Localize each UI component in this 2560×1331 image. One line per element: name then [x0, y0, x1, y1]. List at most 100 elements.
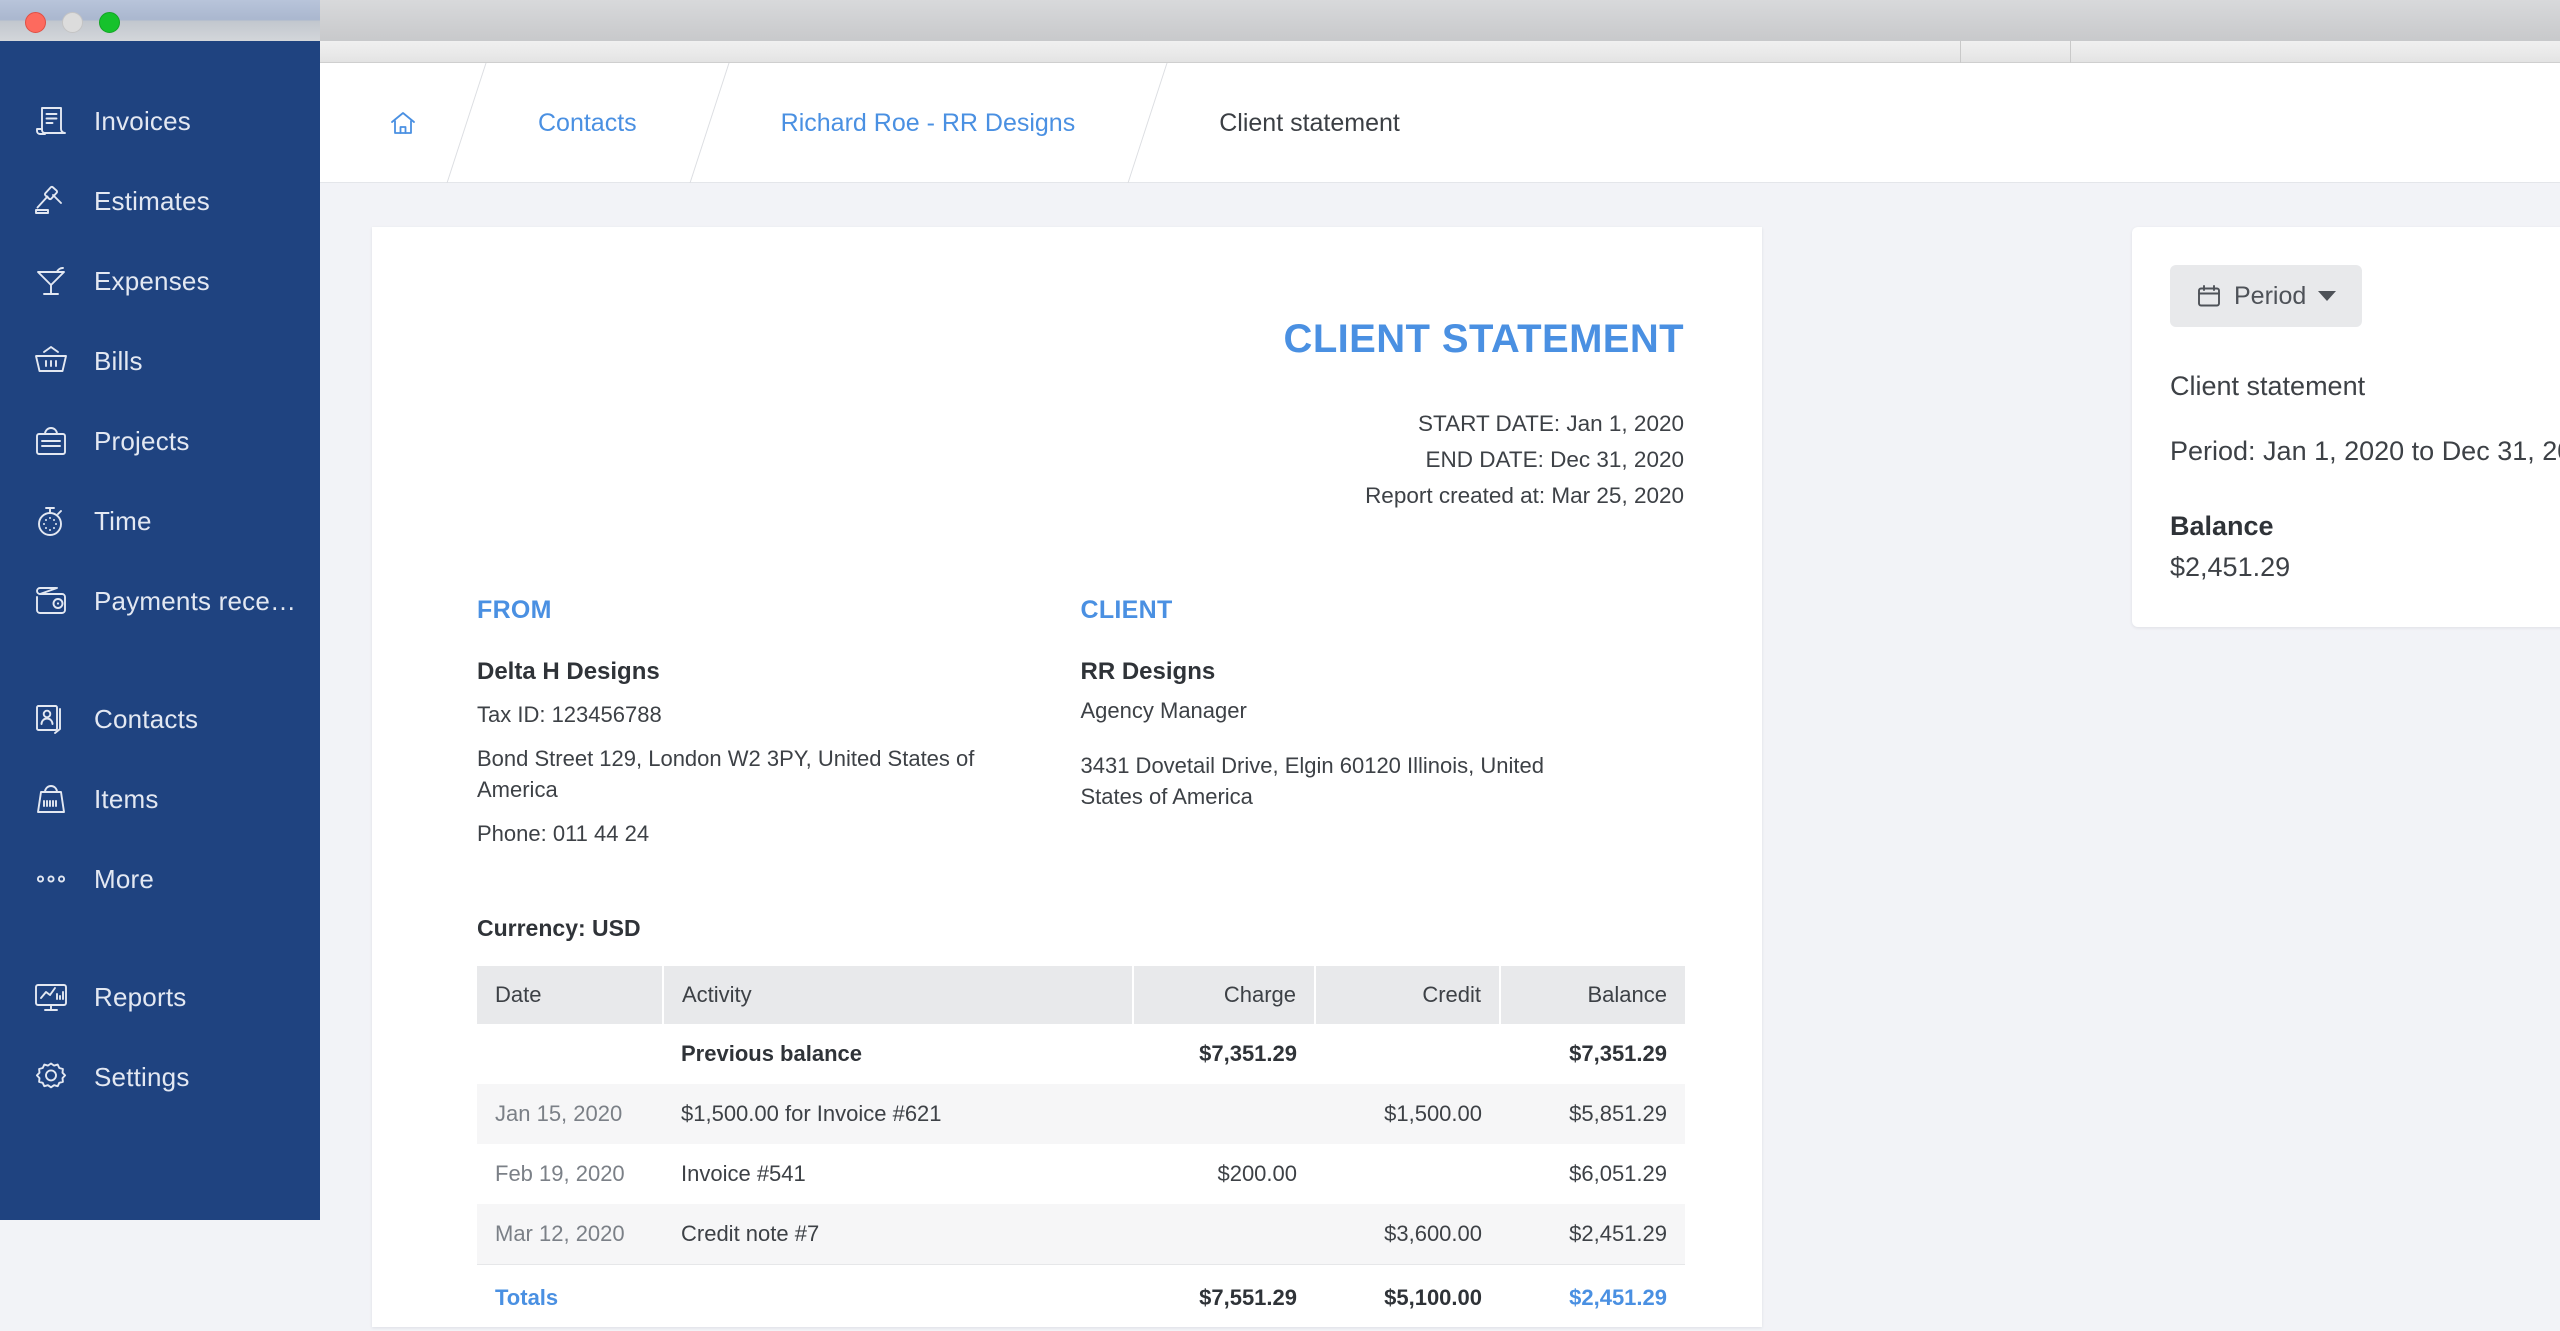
- breadcrumb-item-contact[interactable]: Richard Roe - RR Designs: [737, 63, 1120, 183]
- cell-credit: [1315, 1024, 1500, 1084]
- page-title: CLIENT STATEMENT: [477, 317, 1684, 362]
- client-name: RR Designs: [1081, 658, 1655, 686]
- browser-toolbar-strip: [320, 41, 2560, 63]
- info-panel-balance-label: Balance: [2170, 511, 2560, 542]
- table-row: Mar 12, 2020 Credit note #7 $3,600.00 $2…: [477, 1204, 1685, 1264]
- shopping-bag-icon: [30, 778, 72, 820]
- sidebar-group-divider: [0, 641, 320, 679]
- cell-balance: $5,851.29: [1500, 1084, 1685, 1144]
- monitor-chart-icon: [30, 976, 72, 1018]
- sidebar-item-items[interactable]: Items: [0, 759, 320, 839]
- sidebar-item-label: Estimates: [94, 186, 210, 217]
- breadcrumb-separator: [438, 63, 494, 183]
- totals-credit: $5,100.00: [1315, 1264, 1500, 1331]
- sidebar-item-label: Payments rece…: [94, 586, 296, 617]
- cell-charge: $7,351.29: [1133, 1024, 1315, 1084]
- column-header-date: Date: [477, 966, 663, 1024]
- breadcrumb: Contacts Richard Roe - RR Designs Client…: [320, 63, 1444, 183]
- ellipsis-icon: [30, 858, 72, 900]
- period-button-label: Period: [2234, 282, 2306, 311]
- cell-date: [477, 1024, 663, 1084]
- wallet-icon: [30, 580, 72, 622]
- home-icon: [388, 108, 418, 138]
- info-panel-title: Client statement: [2170, 371, 2560, 402]
- sidebar-item-payments-received[interactable]: Payments rece…: [0, 561, 320, 641]
- from-address: Bond Street 129, London W2 3PY, United S…: [477, 743, 1051, 805]
- cell-charge: [1133, 1084, 1315, 1144]
- client-party: CLIENT RR Designs Agency Manager 3431 Do…: [1081, 596, 1685, 849]
- cell-activity: $1,500.00 for Invoice #621: [663, 1084, 1133, 1144]
- sidebar-item-contacts[interactable]: Contacts: [0, 679, 320, 759]
- sidebar-item-label: Projects: [94, 426, 190, 457]
- window-maximize-button[interactable]: [99, 12, 120, 33]
- sidebar-item-label: Contacts: [94, 704, 198, 735]
- column-header-activity: Activity: [663, 966, 1133, 1024]
- column-header-credit: Credit: [1315, 966, 1500, 1024]
- invoice-icon: [30, 100, 72, 142]
- sidebar-item-label: Expenses: [94, 266, 210, 297]
- sidebar-item-settings[interactable]: Settings: [0, 1037, 320, 1117]
- from-phone: Phone: 011 44 24: [477, 818, 1051, 849]
- cell-charge: [1133, 1204, 1315, 1264]
- calendar-icon: [2196, 283, 2222, 309]
- totals-charge: $7,551.29: [1133, 1264, 1315, 1331]
- breadcrumb-bar: Contacts Richard Roe - RR Designs Client…: [320, 63, 2560, 183]
- cell-balance: $6,051.29: [1500, 1144, 1685, 1204]
- sidebar-item-label: Bills: [94, 346, 143, 377]
- cell-activity: Previous balance: [663, 1024, 1133, 1084]
- sidebar-item-label: Reports: [94, 982, 186, 1013]
- period-dropdown-button[interactable]: Period: [2170, 265, 2362, 327]
- cell-activity: Invoice #541: [663, 1144, 1133, 1204]
- client-role: Agency Manager: [1081, 698, 1655, 724]
- info-panel-toolbar: Period: [2170, 265, 2560, 327]
- column-header-balance: Balance: [1500, 966, 1685, 1024]
- cell-date: Feb 19, 2020: [477, 1144, 663, 1204]
- sidebar-item-projects[interactable]: Projects: [0, 401, 320, 481]
- from-heading: FROM: [477, 596, 1051, 625]
- window-minimize-button[interactable]: [62, 12, 83, 33]
- sidebar-item-estimates[interactable]: Estimates: [0, 161, 320, 241]
- cell-balance: $7,351.29: [1500, 1024, 1685, 1084]
- statement-ledger-table: Date Activity Charge Credit Balance Prev…: [477, 966, 1685, 1331]
- os-titlebar-right-region: [320, 0, 2560, 41]
- sidebar-item-invoices[interactable]: Invoices: [0, 81, 320, 161]
- sidebar-item-label: Items: [94, 784, 159, 815]
- statement-info-panel: Period: [2132, 227, 2560, 627]
- sidebar-group-divider-2: [0, 919, 320, 957]
- breadcrumb-item-contacts[interactable]: Contacts: [494, 63, 681, 183]
- table-row: Feb 19, 2020 Invoice #541 $200.00 $6,051…: [477, 1144, 1685, 1204]
- client-address: 3431 Dovetail Drive, Elgin 60120 Illinoi…: [1081, 750, 1581, 812]
- gear-icon: [30, 1056, 72, 1098]
- os-titlebar: [0, 0, 2560, 41]
- cell-credit: $3,600.00: [1315, 1204, 1500, 1264]
- breadcrumb-home[interactable]: [320, 63, 438, 183]
- sidebar-item-time[interactable]: Time: [0, 481, 320, 561]
- sidebar-item-more[interactable]: More: [0, 839, 320, 919]
- sidebar-item-label: More: [94, 864, 154, 895]
- basket-icon: [30, 340, 72, 382]
- sidebar-item-reports[interactable]: Reports: [0, 957, 320, 1037]
- from-name: Delta H Designs: [477, 658, 1051, 686]
- currency-label: Currency: USD: [477, 915, 1684, 942]
- totals-label: Totals: [477, 1264, 663, 1331]
- cell-credit: $1,500.00: [1315, 1084, 1500, 1144]
- sidebar-item-label: Settings: [94, 1062, 190, 1093]
- sidebar-item-bills[interactable]: Bills: [0, 321, 320, 401]
- cell-charge: $200.00: [1133, 1144, 1315, 1204]
- sidebar-item-expenses[interactable]: Expenses: [0, 241, 320, 321]
- main-sidebar: Invoices Estimates Expenses: [0, 41, 320, 1220]
- breadcrumb-separator: [681, 63, 737, 183]
- toolbar-divider-2: [2070, 41, 2071, 63]
- breadcrumb-separator: [1119, 63, 1175, 183]
- table-row: Jan 15, 2020 $1,500.00 for Invoice #621 …: [477, 1084, 1685, 1144]
- totals-balance: $2,451.29: [1500, 1264, 1685, 1331]
- from-party: FROM Delta H Designs Tax ID: 123456788 B…: [477, 596, 1081, 849]
- breadcrumb-item-current: Client statement: [1175, 63, 1444, 183]
- stopwatch-icon: [30, 500, 72, 542]
- parties-section: FROM Delta H Designs Tax ID: 123456788 B…: [477, 596, 1684, 849]
- chevron-down-icon: [2318, 291, 2336, 301]
- table-header-row: Date Activity Charge Credit Balance: [477, 966, 1685, 1024]
- sidebar-item-label: Time: [94, 506, 152, 537]
- totals-spacer: [663, 1264, 1133, 1331]
- window-close-button[interactable]: [25, 12, 46, 33]
